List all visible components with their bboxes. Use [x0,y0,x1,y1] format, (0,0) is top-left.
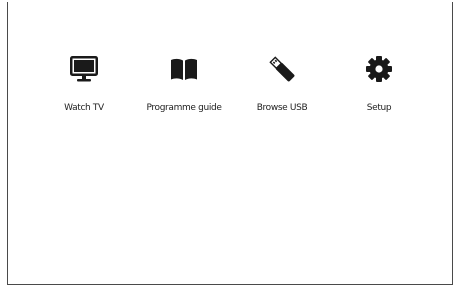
gear-icon [329,52,429,86]
menu-item-watch-tv[interactable]: Watch TV [34,52,134,122]
tv-home-screen: Watch TV Programme guide Browse USB Setu… [7,2,453,285]
menu-item-browse-usb[interactable]: Browse USB [232,52,332,122]
menu-item-programme-guide[interactable]: Programme guide [134,52,234,122]
menu-item-setup[interactable]: Setup [329,52,429,122]
menu-item-label: Browse USB [256,103,308,113]
menu-item-label: Setup [366,103,392,113]
menu-item-label: Watch TV [64,103,104,113]
usb-stick-icon [232,52,332,86]
menu-item-label: Programme guide [146,103,222,113]
book-icon [134,52,234,86]
tv-icon [34,52,134,86]
